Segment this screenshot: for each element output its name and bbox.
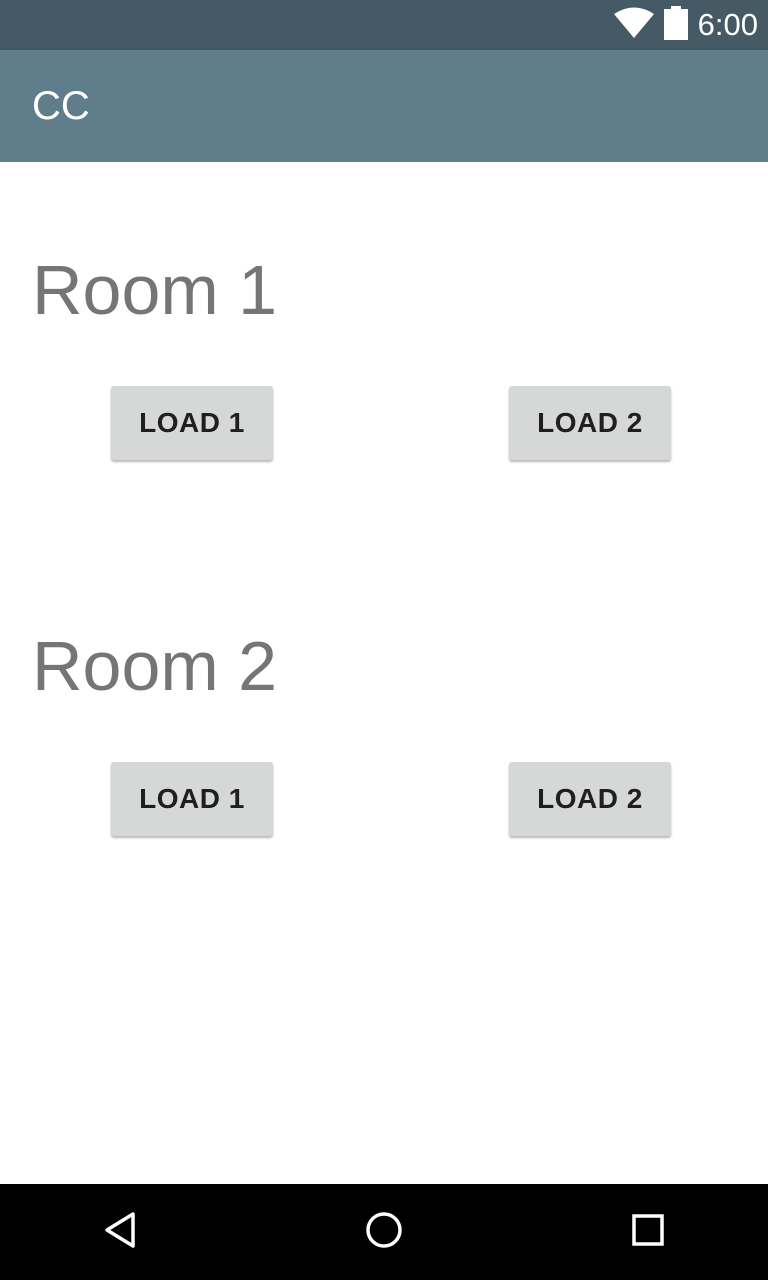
navigation-bar — [0, 1184, 768, 1280]
app-bar: CC — [0, 50, 768, 162]
recents-icon — [628, 1210, 668, 1254]
home-button[interactable] — [336, 1184, 432, 1280]
room-2-load-1-button[interactable]: LOAD 1 — [111, 762, 273, 836]
room-1-load-2-button[interactable]: LOAD 2 — [509, 386, 671, 460]
back-icon — [100, 1210, 140, 1254]
room-2-load-2-button[interactable]: LOAD 2 — [509, 762, 671, 836]
room-1-load-1-button[interactable]: LOAD 1 — [111, 386, 273, 460]
status-time: 6:00 — [697, 7, 758, 42]
status-icons: 6:00 — [613, 0, 758, 50]
room-1-title: Room 1 — [32, 251, 278, 329]
battery-icon — [663, 6, 688, 44]
wifi-icon — [613, 7, 654, 43]
home-icon — [364, 1210, 404, 1254]
content-area: Room 1 LOAD 1 LOAD 2 Room 2 LOAD 1 LOAD … — [0, 162, 768, 1184]
room-2-title: Room 2 — [32, 627, 278, 705]
recents-button[interactable] — [600, 1184, 696, 1280]
status-bar: 6:00 — [0, 0, 768, 50]
back-button[interactable] — [72, 1184, 168, 1280]
app-title: CC — [32, 84, 90, 128]
